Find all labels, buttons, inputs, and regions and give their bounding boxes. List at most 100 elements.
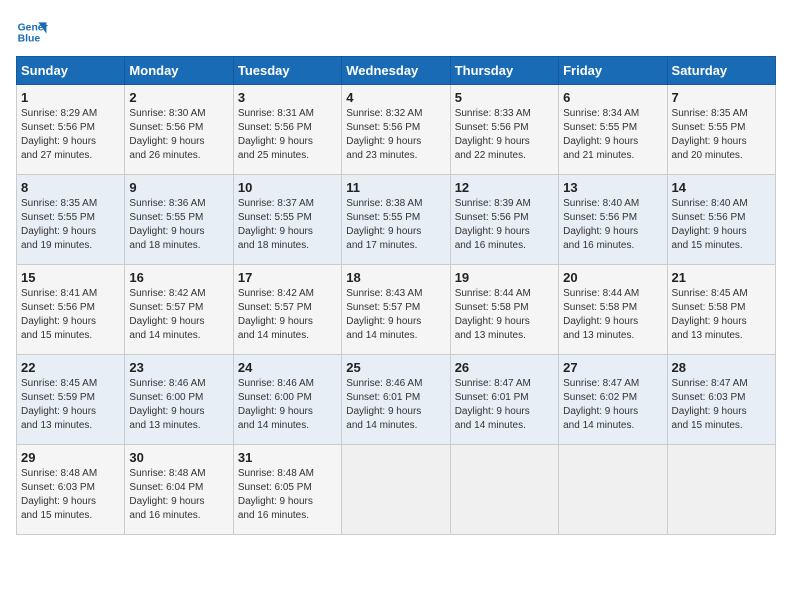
day-info: Sunrise: 8:46 AM Sunset: 6:01 PM Dayligh… [346, 377, 445, 433]
calendar-header-row: SundayMondayTuesdayWednesdayThursdayFrid… [17, 57, 776, 85]
day-number: 17 [238, 270, 337, 285]
calendar-cell: 9Sunrise: 8:36 AM Sunset: 5:55 PM Daylig… [125, 175, 233, 265]
calendar-cell: 3 Sunrise: 8:31 AM Sunset: 5:56 PM Daylig… [233, 85, 341, 175]
day-number: 18 [346, 270, 445, 285]
calendar-cell [450, 445, 558, 535]
day-info: Sunrise: 8:30 AM Sunset: 5:56 PM Dayligh… [129, 107, 228, 163]
day-number: 16 [129, 270, 228, 285]
day-number: 24 [238, 360, 337, 375]
day-info: Sunrise: 8:32 AM Sunset: 5:56 PM Dayligh… [346, 107, 445, 163]
day-info: Sunrise: 8:44 AM Sunset: 5:58 PM Dayligh… [563, 287, 662, 343]
day-info: Sunrise: 8:35 AM Sunset: 5:55 PM Dayligh… [672, 107, 771, 163]
day-number: 9 [129, 180, 228, 195]
calendar-cell: 17 Sunrise: 8:42 AM Sunset: 5:57 PM Dayli… [233, 265, 341, 355]
day-number: 10 [238, 180, 337, 195]
calendar-cell: 18 Sunrise: 8:43 AM Sunset: 5:57 PM Dayli… [342, 265, 450, 355]
day-info: Sunrise: 8:44 AM Sunset: 5:58 PM Dayligh… [455, 287, 554, 343]
calendar-cell: 25 Sunrise: 8:46 AM Sunset: 6:01 PM Dayli… [342, 355, 450, 445]
calendar-cell: 23 Sunrise: 8:46 AM Sunset: 6:00 PM Dayli… [125, 355, 233, 445]
day-number: 15 [21, 270, 120, 285]
calendar-cell: 4 Sunrise: 8:32 AM Sunset: 5:56 PM Daylig… [342, 85, 450, 175]
day-info: Sunrise: 8:48 AM Sunset: 6:03 PM Dayligh… [21, 467, 120, 523]
calendar-cell [342, 445, 450, 535]
day-number: 7 [672, 90, 771, 105]
logo-icon: General Blue [16, 16, 48, 48]
calendar-cell: 31Sunrise: 8:48 AM Sunset: 6:05 PM Dayli… [233, 445, 341, 535]
header-tuesday: Tuesday [233, 57, 341, 85]
calendar-cell: 7 Sunrise: 8:35 AM Sunset: 5:55 PM Daylig… [667, 85, 775, 175]
day-number: 4 [346, 90, 445, 105]
day-info: Sunrise: 8:42 AM Sunset: 5:57 PM Dayligh… [129, 287, 228, 343]
calendar-cell: 13 Sunrise: 8:40 AM Sunset: 5:56 PM Dayli… [559, 175, 667, 265]
calendar-cell: 15 Sunrise: 8:41 AM Sunset: 5:56 PM Dayli… [17, 265, 125, 355]
calendar-cell: 12 Sunrise: 8:39 AM Sunset: 5:56 PM Dayli… [450, 175, 558, 265]
day-number: 19 [455, 270, 554, 285]
day-info: Sunrise: 8:40 AM Sunset: 5:56 PM Dayligh… [672, 197, 771, 253]
day-number: 25 [346, 360, 445, 375]
calendar-week-3: 15 Sunrise: 8:41 AM Sunset: 5:56 PM Dayli… [17, 265, 776, 355]
day-number: 11 [346, 180, 445, 195]
day-info: Sunrise: 8:48 AM Sunset: 6:04 PM Dayligh… [129, 467, 228, 523]
day-number: 6 [563, 90, 662, 105]
day-info: Sunrise: 8:45 AM Sunset: 5:59 PM Dayligh… [21, 377, 120, 433]
calendar-cell: 10Sunrise: 8:37 AM Sunset: 5:55 PM Dayli… [233, 175, 341, 265]
day-number: 26 [455, 360, 554, 375]
header-monday: Monday [125, 57, 233, 85]
day-info: Sunrise: 8:39 AM Sunset: 5:56 PM Dayligh… [455, 197, 554, 253]
day-info: Sunrise: 8:38 AM Sunset: 5:55 PM Dayligh… [346, 197, 445, 253]
day-info: Sunrise: 8:47 AM Sunset: 6:02 PM Dayligh… [563, 377, 662, 433]
calendar-week-5: 29 Sunrise: 8:48 AM Sunset: 6:03 PM Dayli… [17, 445, 776, 535]
day-info: Sunrise: 8:47 AM Sunset: 6:01 PM Dayligh… [455, 377, 554, 433]
calendar-cell: 8Sunrise: 8:35 AM Sunset: 5:55 PM Daylig… [17, 175, 125, 265]
header: General Blue [16, 16, 776, 48]
calendar-cell: 28Sunrise: 8:47 AM Sunset: 6:03 PM Dayli… [667, 355, 775, 445]
calendar-cell: 27 Sunrise: 8:47 AM Sunset: 6:02 PM Dayli… [559, 355, 667, 445]
calendar-cell: 26 Sunrise: 8:47 AM Sunset: 6:01 PM Dayli… [450, 355, 558, 445]
calendar-cell: 11 Sunrise: 8:38 AM Sunset: 5:55 PM Dayli… [342, 175, 450, 265]
header-thursday: Thursday [450, 57, 558, 85]
calendar-cell: 14 Sunrise: 8:40 AM Sunset: 5:56 PM Dayli… [667, 175, 775, 265]
svg-text:Blue: Blue [18, 34, 41, 45]
day-number: 29 [21, 450, 120, 465]
day-info: Sunrise: 8:43 AM Sunset: 5:57 PM Dayligh… [346, 287, 445, 343]
calendar-cell [559, 445, 667, 535]
day-number: 23 [129, 360, 228, 375]
day-number: 5 [455, 90, 554, 105]
calendar-cell: 5 Sunrise: 8:33 AM Sunset: 5:56 PM Daylig… [450, 85, 558, 175]
day-number: 22 [21, 360, 120, 375]
day-number: 8 [21, 180, 120, 195]
day-info: Sunrise: 8:29 AM Sunset: 5:56 PM Dayligh… [21, 107, 120, 163]
day-number: 3 [238, 90, 337, 105]
calendar-cell: 6 Sunrise: 8:34 AM Sunset: 5:55 PM Daylig… [559, 85, 667, 175]
day-number: 13 [563, 180, 662, 195]
calendar-cell: 29 Sunrise: 8:48 AM Sunset: 6:03 PM Dayli… [17, 445, 125, 535]
calendar-cell: 19 Sunrise: 8:44 AM Sunset: 5:58 PM Dayli… [450, 265, 558, 355]
calendar-cell: 24 Sunrise: 8:46 AM Sunset: 6:00 PM Dayli… [233, 355, 341, 445]
day-number: 20 [563, 270, 662, 285]
logo: General Blue [16, 16, 48, 48]
header-saturday: Saturday [667, 57, 775, 85]
day-info: Sunrise: 8:40 AM Sunset: 5:56 PM Dayligh… [563, 197, 662, 253]
calendar-cell: 21Sunrise: 8:45 AM Sunset: 5:58 PM Dayli… [667, 265, 775, 355]
calendar-cell [667, 445, 775, 535]
day-info: Sunrise: 8:31 AM Sunset: 5:56 PM Dayligh… [238, 107, 337, 163]
day-info: Sunrise: 8:42 AM Sunset: 5:57 PM Dayligh… [238, 287, 337, 343]
calendar-cell: 16 Sunrise: 8:42 AM Sunset: 5:57 PM Dayli… [125, 265, 233, 355]
day-info: Sunrise: 8:41 AM Sunset: 5:56 PM Dayligh… [21, 287, 120, 343]
day-number: 14 [672, 180, 771, 195]
day-number: 30 [129, 450, 228, 465]
day-info: Sunrise: 8:33 AM Sunset: 5:56 PM Dayligh… [455, 107, 554, 163]
day-number: 1 [21, 90, 120, 105]
calendar-cell: 1 Sunrise: 8:29 AM Sunset: 5:56 PM Daylig… [17, 85, 125, 175]
day-info: Sunrise: 8:45 AM Sunset: 5:58 PM Dayligh… [672, 287, 771, 343]
day-info: Sunrise: 8:46 AM Sunset: 6:00 PM Dayligh… [238, 377, 337, 433]
day-info: Sunrise: 8:46 AM Sunset: 6:00 PM Dayligh… [129, 377, 228, 433]
header-sunday: Sunday [17, 57, 125, 85]
day-number: 12 [455, 180, 554, 195]
calendar-cell: 2Sunrise: 8:30 AM Sunset: 5:56 PM Daylig… [125, 85, 233, 175]
calendar-cell: 22 Sunrise: 8:45 AM Sunset: 5:59 PM Dayli… [17, 355, 125, 445]
header-friday: Friday [559, 57, 667, 85]
day-number: 27 [563, 360, 662, 375]
calendar-week-4: 22 Sunrise: 8:45 AM Sunset: 5:59 PM Dayli… [17, 355, 776, 445]
day-info: Sunrise: 8:34 AM Sunset: 5:55 PM Dayligh… [563, 107, 662, 163]
